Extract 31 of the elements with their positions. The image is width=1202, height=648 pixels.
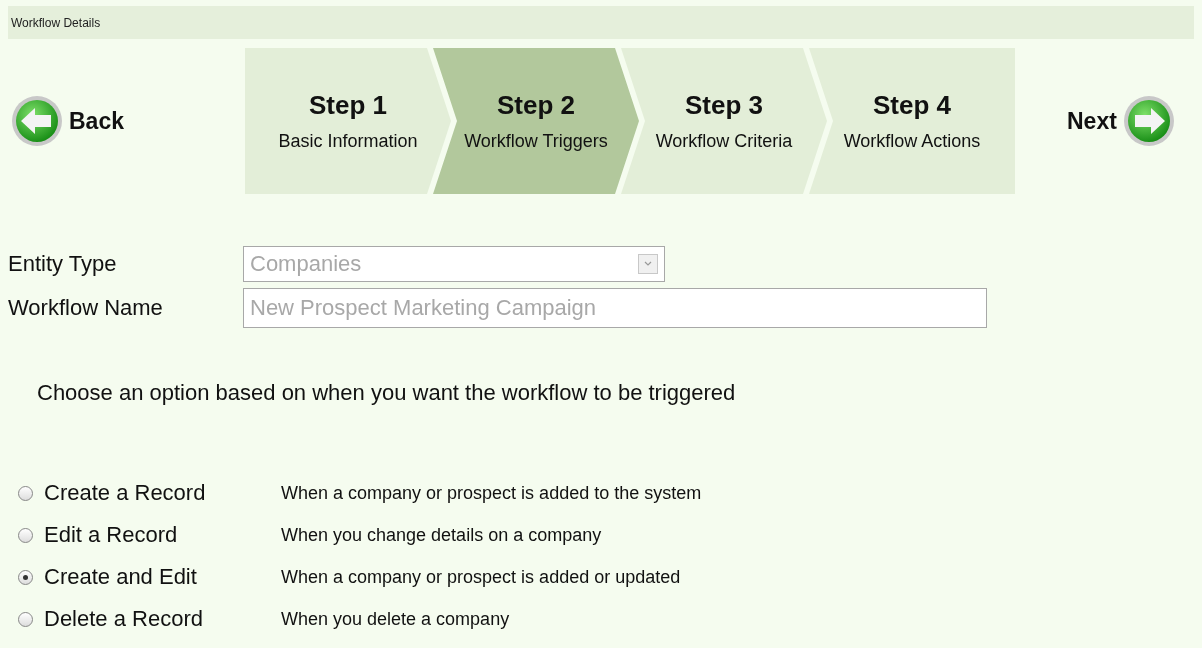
option-description: When a company or prospect is added or updated xyxy=(281,566,681,588)
trigger-radio[interactable]: Create a Record xyxy=(18,480,281,506)
field-label: Workflow Name xyxy=(8,295,164,321)
step-title: Step 2 xyxy=(497,90,575,121)
step-label: Workflow Actions xyxy=(843,131,981,152)
step-title: Step 3 xyxy=(685,90,763,121)
instruction-text: Choose an option based on when you want the workflow to be triggered xyxy=(37,380,737,406)
trigger-radio[interactable]: Edit a Record xyxy=(18,522,281,548)
option-description: When a company or prospect is added to the system xyxy=(281,482,702,504)
radio-circle[interactable] xyxy=(18,569,33,585)
radio-circle[interactable] xyxy=(18,611,33,627)
caret-icon xyxy=(638,254,658,274)
wizard-step[interactable]: Step 2 Workflow Triggers xyxy=(433,48,639,194)
step-title: Step 4 xyxy=(873,90,951,121)
trigger-radio[interactable]: Create and Edit xyxy=(18,564,281,590)
option-description: When you delete a company xyxy=(281,608,510,630)
back-button[interactable]: Back xyxy=(11,95,245,147)
radio-circle[interactable] xyxy=(18,527,33,543)
radio-circle[interactable] xyxy=(18,485,33,501)
step-title: Step 1 xyxy=(309,90,387,121)
wizard-step[interactable]: Step 4 Workflow Actions xyxy=(809,48,1015,194)
field-label: Entity Type xyxy=(8,251,118,277)
step-label: Workflow Criteria xyxy=(655,131,793,152)
step-label: Basic Information xyxy=(278,131,418,152)
trigger-radio[interactable]: Delete a Record xyxy=(18,606,281,632)
wizard-step[interactable]: Step 3 Workflow Criteria xyxy=(621,48,827,194)
wizard-step[interactable]: Step 1 Basic Information xyxy=(245,48,451,194)
option-description: When you change details on a company xyxy=(281,524,602,546)
next-button[interactable]: Next xyxy=(1067,95,1175,147)
step-label: Workflow Triggers xyxy=(464,131,608,152)
header-title: Workflow Details xyxy=(11,15,101,30)
